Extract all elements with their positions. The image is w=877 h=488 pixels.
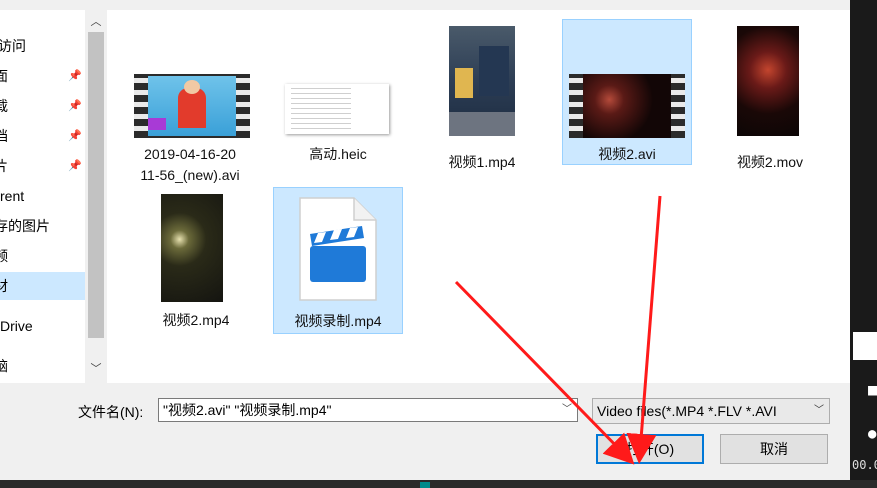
nav-item-label: 材 [0, 278, 8, 294]
pin-icon: 📌 [68, 160, 82, 172]
file-name: 视频2.mp4 [162, 312, 230, 328]
video-thumbnail [161, 194, 223, 302]
scrollbar-thumb[interactable] [88, 32, 104, 338]
file-name: 高动.heic [309, 146, 367, 162]
nav-item-desktop[interactable]: 面 📌 [0, 62, 85, 90]
nav-item-label: 档 [0, 128, 8, 144]
file-name: 视频2.mov [736, 154, 804, 170]
file-item[interactable]: 高动.heic [273, 64, 403, 174]
video-thumbnail [449, 26, 515, 136]
background-app: ■ ● 00.0 [850, 0, 877, 488]
nav-item-saved-pictures[interactable]: 存的图片 [0, 212, 85, 240]
file-list: 2019-04-16-20 11-56_(new).avi 高动.heic 视频… [107, 10, 850, 383]
nav-item-label: 脑 [0, 358, 8, 374]
taskbar-edge [0, 480, 877, 488]
nav-item-label: Drive [0, 318, 33, 334]
nav-item-videos[interactable]: 频 [0, 242, 85, 270]
file-name-line2: 11-56_(new).avi [140, 167, 240, 183]
file-item[interactable]: 视频2.mov [705, 20, 835, 174]
nav-item-pictures[interactable]: 片 📌 [0, 152, 85, 180]
chevron-down-icon[interactable]: ﹀ [809, 399, 829, 423]
nav-item-this-pc[interactable]: 脑 [0, 352, 85, 380]
file-open-dialog: 访问 面 📌 载 📌 档 📌 片 📌 rent 存的图片 频 材 Drive 脑 ︿ ﹀… [0, 0, 850, 480]
nav-scrollbar[interactable]: ︿ ﹀ [85, 10, 107, 383]
taskbar-indicator [420, 482, 430, 488]
filename-value: "视频2.avi" "视频录制.mp4" [163, 402, 332, 418]
video-thumbnail [134, 74, 250, 138]
file-item[interactable]: 视频1.mp4 [417, 20, 547, 174]
nav-item-label: 存的图片 [0, 218, 50, 234]
file-name: 视频1.mp4 [448, 154, 516, 170]
file-name: 视频录制.mp4 [294, 313, 382, 329]
nav-item-recent[interactable]: rent [0, 182, 85, 210]
title-bar-edge [0, 0, 850, 10]
chevron-down-icon[interactable]: ﹀ [557, 399, 577, 421]
nav-item-label: 频 [0, 248, 8, 264]
nav-item-downloads[interactable]: 载 📌 [0, 92, 85, 120]
nav-item-documents[interactable]: 档 📌 [0, 122, 85, 150]
cancel-button[interactable]: 取消 [720, 434, 828, 464]
video-thumbnail [737, 26, 799, 136]
scroll-down-icon[interactable]: ﹀ [85, 359, 107, 379]
scroll-up-icon[interactable]: ︿ [85, 12, 107, 32]
video-thumbnail [569, 74, 685, 138]
pin-icon: 📌 [68, 130, 82, 142]
pin-icon: 📌 [68, 70, 82, 82]
pin-icon: 📌 [68, 100, 82, 112]
open-button[interactable]: 打开(O) [596, 434, 704, 464]
filename-label: 文件名(N): [78, 404, 144, 420]
file-item-selected[interactable]: 视频2.avi [562, 19, 692, 165]
nav-item-materials[interactable]: 材 [0, 272, 85, 300]
background-panel [853, 332, 877, 360]
square-icon: ■ [868, 380, 877, 399]
nav-item-onedrive[interactable]: Drive [0, 312, 85, 340]
file-item-selected[interactable]: 视频录制.mp4 [273, 187, 403, 334]
filename-input[interactable]: "视频2.avi" "视频录制.mp4" ﹀ [158, 398, 578, 422]
file-name: 视频2.avi [598, 146, 656, 162]
file-item[interactable]: 2019-04-16-20 11-56_(new).avi [125, 64, 255, 194]
nav-item-label: rent [0, 188, 25, 204]
image-thumbnail [285, 84, 389, 134]
file-name: 2019-04-16-20 [144, 146, 236, 162]
navigation-pane: 访问 面 📌 载 📌 档 📌 片 📌 rent 存的图片 频 材 Drive 脑 [0, 10, 85, 383]
filetype-select[interactable]: Video files(*.MP4 *.FLV *.AVI ﹀ [592, 398, 830, 424]
time-readout: 00.0 [852, 458, 877, 472]
file-item[interactable]: 视频2.mp4 [131, 192, 261, 332]
nav-item-label: 片 [0, 158, 8, 174]
nav-item-label: 面 [0, 68, 8, 84]
nav-item-label: 载 [0, 98, 8, 114]
filetype-value: Video files(*.MP4 *.FLV *.AVI [597, 403, 777, 419]
video-file-icon [298, 196, 378, 302]
nav-item-label: 访问 [0, 38, 26, 54]
nav-item-quick-access[interactable]: 访问 [0, 32, 85, 60]
dot-icon: ● [868, 426, 877, 442]
